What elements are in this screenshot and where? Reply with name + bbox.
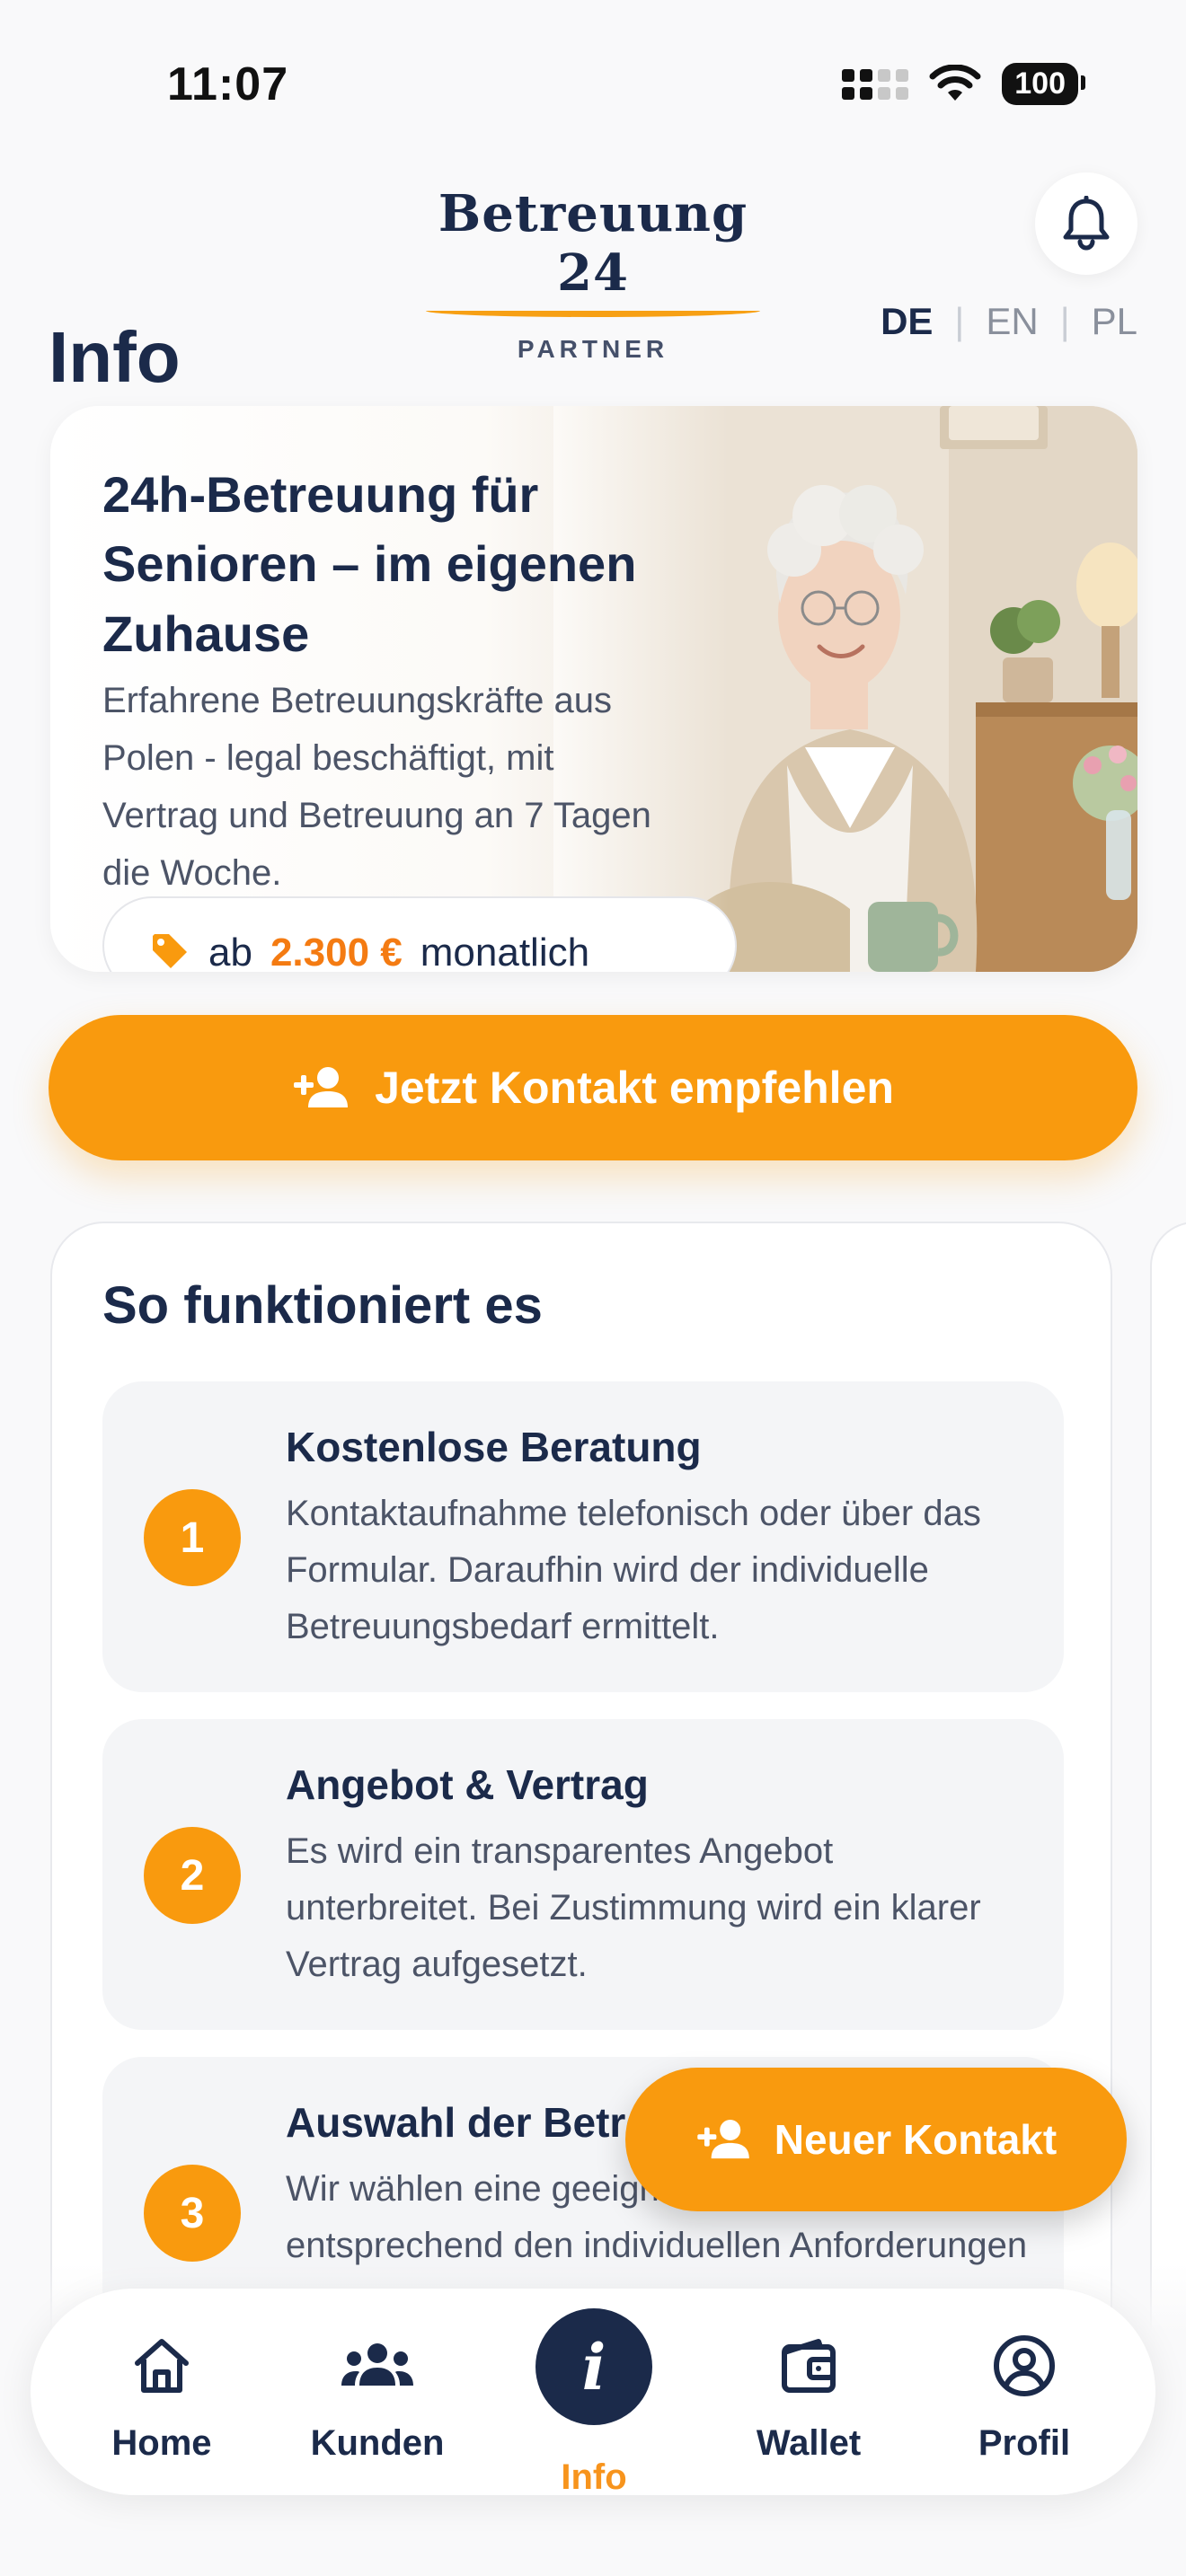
bell-icon — [1063, 196, 1110, 251]
lang-de[interactable]: DE — [881, 300, 933, 343]
hero-description: Erfahrene Betreuungskräfte aus Polen - l… — [102, 680, 651, 893]
nav-wallet[interactable]: Wallet — [719, 2289, 898, 2495]
nav-info-label[interactable]: Info — [504, 2457, 684, 2498]
step-card-2: 2 Angebot & Vertrag Es wird ein transpar… — [102, 1719, 1064, 2030]
status-indicators: 100 — [842, 63, 1085, 105]
hero-card[interactable]: 24h-Betreuung für Senioren – im eigenen … — [50, 406, 1137, 972]
nav-label: Kunden — [310, 2423, 445, 2463]
step-description: Kontaktaufnahme telefonisch oder über da… — [286, 1494, 981, 1647]
add-person-icon — [294, 1067, 349, 1107]
nav-kunden[interactable]: Kunden — [288, 2289, 467, 2495]
new-contact-label: Neuer Kontakt — [774, 2116, 1058, 2163]
lang-separator: | — [1059, 300, 1070, 342]
wallet-icon — [782, 2339, 836, 2393]
step-title: Kostenlose Beratung — [286, 1424, 702, 1470]
nav-label: Home — [111, 2423, 212, 2463]
step-card-1: 1 Kostenlose Beratung Kontaktaufnahme te… — [102, 1381, 1064, 1692]
price-badge: ab 2.300 € monatlich — [102, 896, 737, 972]
info-icon[interactable]: i — [535, 2308, 652, 2425]
wifi-icon — [929, 64, 981, 101]
price-value: 2.300 € — [270, 931, 403, 972]
hero-text: 24h-Betreuung für Senioren – im eigenen … — [102, 460, 713, 902]
lang-pl[interactable]: PL — [1092, 300, 1137, 343]
new-contact-button[interactable]: Neuer Kontakt — [625, 2068, 1127, 2211]
status-time: 11:07 — [167, 58, 289, 110]
nav-home[interactable]: Home — [72, 2289, 252, 2495]
price-prefix: ab — [208, 931, 252, 972]
price-tag-icon — [153, 934, 187, 968]
home-icon — [135, 2339, 189, 2393]
price-suffix: monatlich — [420, 931, 590, 972]
hero-title: 24h-Betreuung für Senioren – im eigenen … — [102, 466, 637, 662]
add-person-icon — [697, 2119, 749, 2159]
brand-name: Betreuung 24 — [438, 184, 748, 303]
nav-label: Wallet — [756, 2423, 862, 2463]
page-title: Info — [49, 317, 181, 397]
nav-label: Profil — [978, 2423, 1071, 2463]
bottom-nav: Home Kunden i Info Wallet Profil — [31, 2289, 1155, 2498]
step-number: 3 — [144, 2165, 241, 2262]
step-title: Angebot & Vertrag — [286, 1761, 649, 1808]
recommend-contact-button[interactable]: Jetzt Kontakt empfehlen — [49, 1015, 1137, 1160]
info-screen: 11:07 100 Betreuung 24 PARTNER DE | EN |… — [0, 0, 1186, 2576]
lang-en[interactable]: EN — [986, 300, 1038, 343]
notifications-button[interactable] — [1035, 172, 1137, 275]
language-switcher: DE | EN | PL — [881, 300, 1137, 343]
how-it-works-title: So funktioniert es — [102, 1276, 543, 1335]
cellular-signal-icon — [842, 68, 909, 100]
battery-indicator: 100 — [1002, 63, 1085, 105]
step-number: 1 — [144, 1489, 241, 1586]
step-description: Es wird ein transparentes Angebot unterb… — [286, 1831, 981, 1985]
brand-logo: Betreuung 24 PARTNER — [422, 184, 764, 364]
lang-separator: | — [954, 300, 965, 342]
brand-subtitle: PARTNER — [517, 335, 669, 363]
users-icon — [341, 2343, 413, 2386]
logo-swoosh — [426, 304, 760, 317]
nav-profil[interactable]: Profil — [934, 2289, 1114, 2495]
step-number: 2 — [144, 1827, 241, 1924]
recommend-contact-label: Jetzt Kontakt empfehlen — [375, 1063, 894, 1113]
profile-icon — [994, 2335, 1055, 2396]
